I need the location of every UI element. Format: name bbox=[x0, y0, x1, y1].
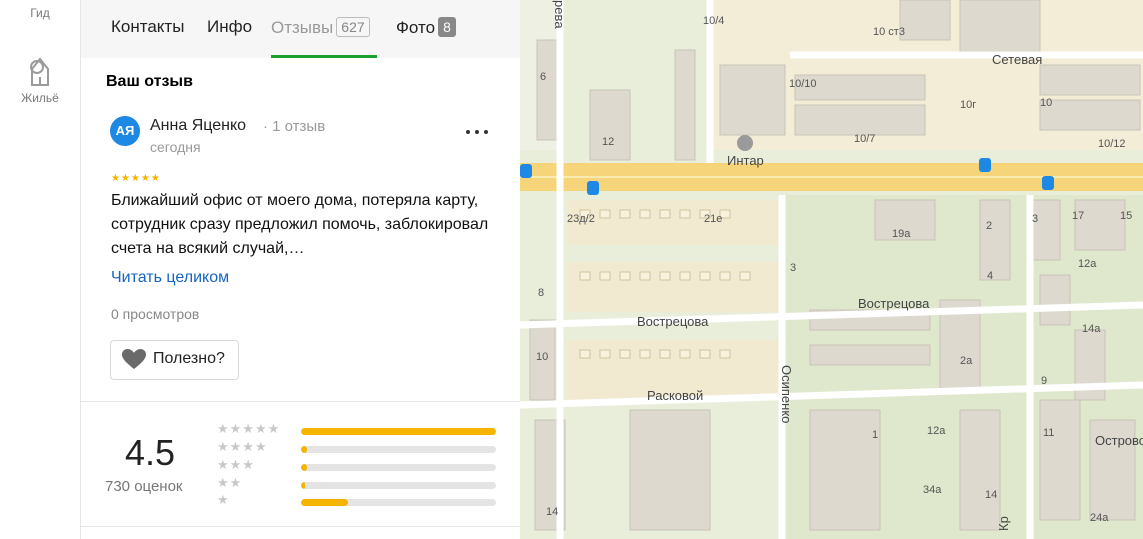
map-label-setevaya: Сетевая bbox=[992, 52, 1042, 67]
map-house-number: 12а bbox=[927, 425, 946, 437]
map-house-number: 21е bbox=[704, 213, 722, 225]
tab-bar: Контакты Инфо Отзывы 627 Фото 8 bbox=[81, 0, 520, 58]
tab-contacts[interactable]: Контакты bbox=[111, 17, 184, 37]
rating-row-stars: ★★★★★ bbox=[217, 421, 281, 436]
divider bbox=[81, 401, 520, 402]
rail-guide-label: Гид bbox=[30, 6, 50, 20]
useful-button-label: Полезно? bbox=[153, 350, 225, 367]
review-text: Ближайший офис от моего дома, потеряла к… bbox=[111, 192, 489, 257]
map-house-number: 10/7 bbox=[854, 133, 875, 145]
map-house-number: 10г bbox=[960, 99, 976, 111]
rating-row-stars: ★★★ bbox=[217, 457, 255, 472]
map-canvas[interactable]: Интар Сетевая Вострецова Вострецова Раск… bbox=[520, 0, 1143, 539]
map-house-number: 24а bbox=[1090, 512, 1109, 524]
useful-button[interactable]: Полезно? bbox=[110, 340, 239, 380]
rating-row-bar bbox=[301, 499, 496, 506]
map-house-number: 10 bbox=[536, 351, 548, 363]
map-house-number: 12а bbox=[1078, 258, 1097, 270]
more-dots-icon[interactable] bbox=[465, 119, 489, 142]
rating-row-stars: ★★★★ bbox=[217, 439, 268, 454]
map-label-ostrovo: Острово bbox=[1095, 433, 1143, 448]
map-label-osipenko: Осипенко bbox=[779, 365, 794, 423]
map-house-number: 10/12 bbox=[1098, 138, 1126, 150]
rating-row-1: ★ bbox=[217, 492, 497, 509]
map-house-number: 6 bbox=[540, 71, 546, 83]
house-icon bbox=[30, 57, 49, 86]
map-label-raskovoy: Расковой bbox=[647, 388, 703, 403]
map-house-number: 4 bbox=[987, 270, 993, 282]
map-house-number: 12 bbox=[602, 136, 614, 148]
map-house-number: 34а bbox=[923, 484, 942, 496]
rating-row-fill bbox=[301, 446, 307, 453]
review-date: сегодня bbox=[150, 139, 201, 155]
tab-reviews-count: 627 bbox=[336, 17, 370, 37]
map-label-intar: Интар bbox=[727, 153, 764, 168]
rating-row-fill bbox=[301, 428, 496, 435]
tab-reviews-label: Отзывы bbox=[271, 18, 334, 37]
map-label-vostretsova-2: Вострецова bbox=[858, 296, 930, 311]
map-house-number: 14 bbox=[546, 506, 558, 518]
heart-icon bbox=[122, 349, 146, 369]
rating-row-stars: ★ bbox=[217, 492, 230, 507]
map-label-vostretsova-1: Вострецова bbox=[637, 314, 709, 329]
map-house-number: 10/4 bbox=[703, 15, 724, 27]
tab-reviews[interactable]: Отзывы 627 bbox=[271, 17, 370, 38]
map-house-number: 9 bbox=[1041, 375, 1047, 387]
tab-info[interactable]: Инфо bbox=[207, 17, 252, 37]
rating-row-bar bbox=[301, 428, 496, 435]
rail-housing[interactable]: Жильё bbox=[0, 55, 80, 105]
divider bbox=[81, 526, 520, 527]
rating-row-bar bbox=[301, 482, 496, 489]
map[interactable]: Интар Сетевая Вострецова Вострецова Раск… bbox=[520, 0, 1143, 539]
map-house-number: 10/10 bbox=[789, 78, 817, 90]
map-house-number: 17 bbox=[1072, 210, 1084, 222]
left-rail: Гид Жильё bbox=[0, 0, 81, 539]
rail-housing-label: Жильё bbox=[21, 91, 59, 105]
review-author-meta: · 1 отзыв bbox=[263, 118, 326, 135]
rating-row-bar bbox=[301, 464, 496, 471]
tab-photos-count: 8 bbox=[438, 17, 456, 37]
rating-row-3: ★★★ bbox=[217, 457, 497, 474]
map-house-number: 19а bbox=[892, 228, 911, 240]
map-house-number: 3 bbox=[1032, 213, 1038, 225]
map-house-number: 23д/2 bbox=[567, 213, 595, 225]
map-house-number: 10 ст3 bbox=[873, 26, 905, 38]
rating-row-fill bbox=[301, 482, 305, 489]
map-house-number: 2 bbox=[986, 220, 992, 232]
read-more-link[interactable]: Читать целиком bbox=[111, 269, 229, 287]
map-house-number: 15 bbox=[1120, 210, 1132, 222]
map-house-number: 10 bbox=[1040, 97, 1052, 109]
more-dots-svg bbox=[466, 130, 488, 134]
section-title: Ваш отзыв bbox=[106, 73, 193, 90]
rating-value: 4.5 bbox=[125, 432, 176, 473]
rating-row-5: ★★★★★ bbox=[217, 421, 497, 438]
rating-row-bar bbox=[301, 446, 496, 453]
map-house-number: 3 bbox=[790, 262, 796, 274]
map-house-number: 14а bbox=[1082, 323, 1101, 335]
tab-info-label: Инфо bbox=[207, 17, 253, 36]
rail-guide[interactable]: Гид bbox=[0, 6, 80, 20]
map-label-kr: Кр bbox=[996, 516, 1011, 531]
rating-row-fill bbox=[301, 464, 307, 471]
active-tab-indicator bbox=[271, 55, 377, 58]
map-house-number: 11 bbox=[1043, 427, 1054, 439]
review-author[interactable]: Анна Яценко bbox=[150, 117, 246, 135]
review-views: 0 просмотров bbox=[111, 306, 200, 322]
org-panel: Контакты Инфо Отзывы 627 Фото 8 Ваш отзыв … bbox=[81, 0, 520, 539]
rating-row-stars: ★★ bbox=[217, 475, 243, 490]
map-house-number: 8 bbox=[538, 287, 544, 299]
tab-photos-label: Фото bbox=[396, 18, 436, 37]
rating-count: 730 оценок bbox=[105, 478, 183, 495]
map-house-number: 2а bbox=[960, 355, 973, 367]
rating-row-fill bbox=[301, 499, 348, 506]
rating-row-4: ★★★★ bbox=[217, 439, 497, 456]
tab-photos[interactable]: Фото 8 bbox=[396, 17, 456, 38]
map-label-top-street: ревa bbox=[552, 0, 567, 29]
tab-contacts-label: Контакты bbox=[111, 17, 185, 36]
map-house-number: 14 bbox=[985, 489, 997, 501]
review-stars: ★★★★★ bbox=[111, 173, 161, 184]
map-house-number: 1 bbox=[872, 429, 878, 441]
rating-row-2: ★★ bbox=[217, 475, 497, 492]
avatar[interactable]: АЯ bbox=[110, 116, 140, 146]
